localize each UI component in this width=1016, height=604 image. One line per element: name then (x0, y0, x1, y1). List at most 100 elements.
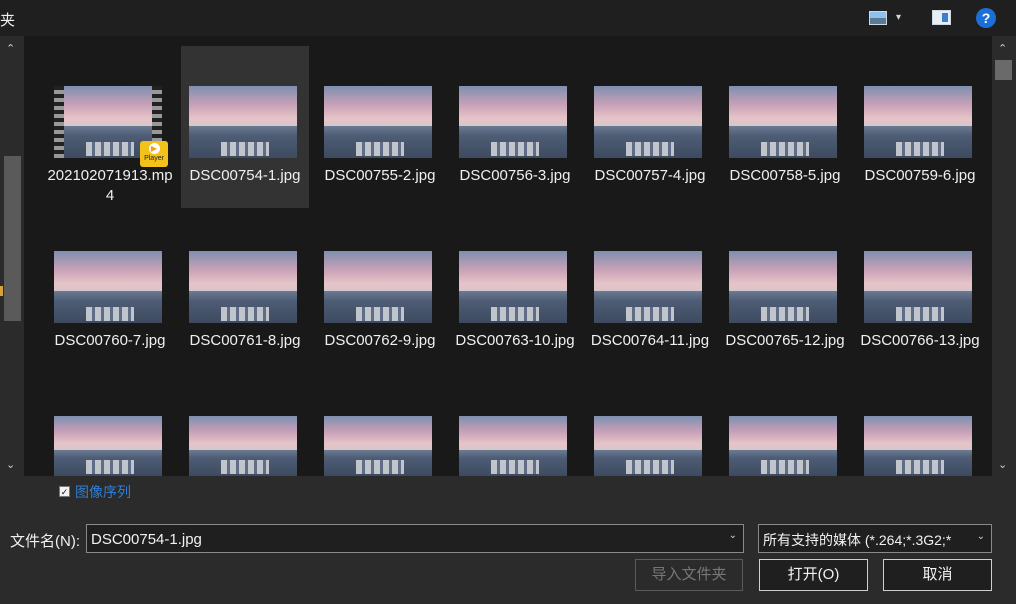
filename-combobox[interactable]: ⌄ (86, 524, 744, 553)
thumbnail-blocks (221, 307, 269, 321)
image-file-item[interactable] (721, 376, 849, 476)
cancel-button[interactable]: 取消 (883, 559, 992, 591)
top-bar: 夹 ▾ ? (0, 0, 1016, 36)
image-file-item[interactable]: DSC00758-5.jpg (721, 46, 849, 208)
scroll-down-arrow-icon[interactable]: ⌄ (6, 458, 15, 471)
file-thumbnail (189, 251, 297, 323)
image-file-item[interactable] (586, 376, 714, 476)
thumbnail-sky (189, 86, 297, 127)
thumbnail-view-icon[interactable] (869, 11, 887, 25)
thumbnail-blocks (896, 307, 944, 321)
filename-label: 文件名(N): (10, 533, 80, 550)
thumbnail-sky (594, 251, 702, 292)
image-sequence-label[interactable]: 图像序列 (75, 482, 131, 502)
file-name-label: DSC00761-8.jpg (189, 332, 301, 349)
play-icon: ▶ (148, 143, 160, 154)
image-file-item[interactable]: DSC00754-1.jpg (181, 46, 309, 208)
thumbnail-blocks (491, 307, 539, 321)
file-thumbnail (594, 416, 702, 476)
image-file-item[interactable]: DSC00763-10.jpg (451, 211, 579, 373)
thumbnail-blocks (221, 142, 269, 156)
file-name-label: DSC00758-5.jpg (729, 167, 841, 184)
open-button[interactable]: 打开(O) (759, 559, 868, 591)
file-thumbnail (459, 416, 567, 476)
thumbnail-sky (189, 251, 297, 292)
scroll-thumb[interactable] (4, 156, 21, 321)
file-thumbnail (729, 251, 837, 323)
film-strip-icon (54, 86, 64, 158)
scroll-up-arrow-icon[interactable]: ⌃ (998, 42, 1007, 55)
thumbnail-sky (729, 416, 837, 450)
file-thumbnail (864, 416, 972, 476)
thumbnail-blocks (356, 142, 404, 156)
file-name-label: DSC00763-10.jpg (455, 332, 575, 349)
file-thumbnail (324, 251, 432, 323)
thumbnail-sky (594, 86, 702, 127)
scroll-thumb[interactable] (995, 60, 1012, 80)
scroll-up-arrow-icon[interactable]: ⌃ (6, 42, 15, 55)
image-file-item[interactable]: DSC00762-9.jpg (316, 211, 444, 373)
thumbnail-sky (864, 416, 972, 450)
thumbnail-blocks (86, 460, 134, 474)
help-icon[interactable]: ? (976, 8, 996, 28)
thumbnail-blocks (626, 460, 674, 474)
thumbnail-sky (324, 416, 432, 450)
thumbnail-sky (324, 251, 432, 292)
thumbnail-blocks (491, 142, 539, 156)
file-type-filter-value: 所有支持的媒体 (*.264;*.3G2;* (763, 532, 952, 548)
scroll-down-arrow-icon[interactable]: ⌄ (998, 458, 1007, 471)
thumbnail-sky (324, 86, 432, 127)
image-file-item[interactable] (451, 376, 579, 476)
video-file-item[interactable]: ▶ Player 202102071913.mp4 (46, 46, 174, 208)
image-file-item[interactable] (856, 376, 984, 476)
file-grid-scrollbar[interactable]: ⌃ ⌄ (992, 36, 1016, 476)
file-thumbnail (54, 251, 162, 323)
file-name-label: DSC00754-1.jpg (189, 167, 301, 184)
thumbnail-sky (729, 251, 837, 292)
image-file-item[interactable]: DSC00757-4.jpg (586, 46, 714, 208)
file-thumbnail (324, 86, 432, 158)
thumbnail-blocks (626, 142, 674, 156)
file-name-label: DSC00766-13.jpg (860, 332, 980, 349)
file-thumbnail (54, 416, 162, 476)
image-file-item[interactable]: DSC00764-11.jpg (586, 211, 714, 373)
thumbnail-sky (864, 251, 972, 292)
player-badge-label: Player (144, 155, 164, 162)
image-file-item[interactable]: DSC00760-7.jpg (46, 211, 174, 373)
file-thumbnail (459, 251, 567, 323)
dialog-footer: ✓ 图像序列 文件名(N): ⌄ 所有支持的媒体 (*.264;*.3G2;* … (0, 476, 1016, 604)
thumbnail-blocks (491, 460, 539, 474)
file-name-label: DSC00762-9.jpg (324, 332, 436, 349)
file-name-label: DSC00757-4.jpg (594, 167, 706, 184)
image-file-item[interactable] (46, 376, 174, 476)
image-file-item[interactable]: DSC00759-6.jpg (856, 46, 984, 208)
thumbnail-blocks (626, 307, 674, 321)
player-badge-icon: ▶ Player (140, 141, 168, 167)
window-title-fragment: 夹 (0, 12, 16, 29)
thumbnail-blocks (356, 307, 404, 321)
navigation-scrollbar[interactable]: ⌃ ⌄ (0, 36, 24, 476)
image-file-item[interactable] (316, 376, 444, 476)
chevron-down-icon[interactable]: ⌄ (729, 530, 737, 541)
chevron-down-icon[interactable]: ⌄ (977, 531, 985, 542)
file-thumbnail (189, 416, 297, 476)
preview-pane-icon[interactable] (932, 10, 951, 25)
file-name-label: DSC00765-12.jpg (725, 332, 845, 349)
image-file-item[interactable]: DSC00756-3.jpg (451, 46, 579, 208)
image-file-item[interactable]: DSC00765-12.jpg (721, 211, 849, 373)
file-thumbnail (729, 416, 837, 476)
image-file-item[interactable]: DSC00766-13.jpg (856, 211, 984, 373)
file-name-label: DSC00756-3.jpg (459, 167, 571, 184)
nav-item-peek (0, 286, 3, 296)
image-file-item[interactable]: DSC00761-8.jpg (181, 211, 309, 373)
thumbnail-sky (459, 251, 567, 292)
file-name-label: DSC00759-6.jpg (864, 167, 976, 184)
filename-input[interactable] (91, 529, 711, 549)
view-menu-dropdown[interactable]: ▾ (896, 11, 901, 25)
file-thumbnail (864, 251, 972, 323)
image-file-item[interactable] (181, 376, 309, 476)
file-type-filter-select[interactable]: 所有支持的媒体 (*.264;*.3G2;* ⌄ (758, 524, 992, 553)
image-sequence-checkbox[interactable]: ✓ (59, 486, 70, 497)
image-file-item[interactable]: DSC00755-2.jpg (316, 46, 444, 208)
import-folder-button[interactable]: 导入文件夹 (635, 559, 743, 591)
